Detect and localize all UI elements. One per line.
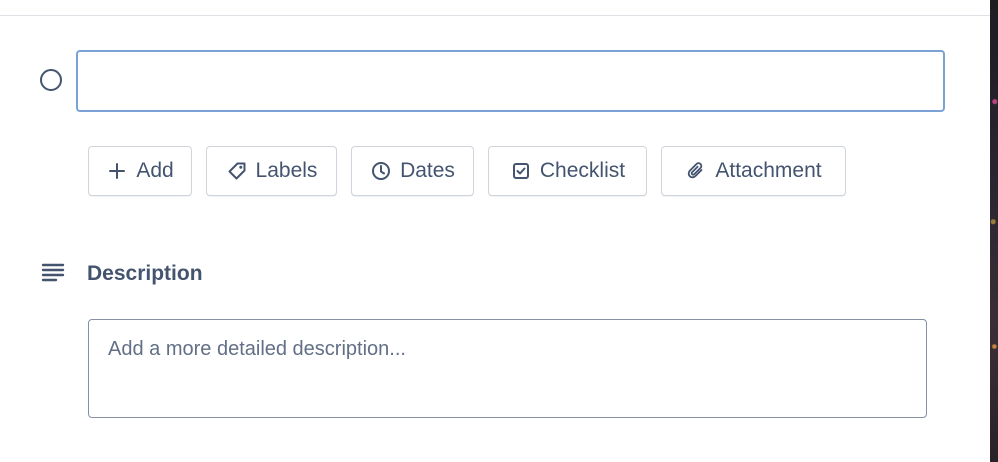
labels-button-label: Labels: [255, 159, 318, 182]
attachment-button[interactable]: Attachment: [661, 146, 846, 196]
clock-icon: [370, 160, 392, 182]
add-button[interactable]: Add: [88, 146, 192, 196]
add-button-label: Add: [136, 159, 174, 182]
background-edge: [990, 0, 998, 462]
tag-icon: [226, 160, 248, 182]
top-divider: [0, 15, 990, 16]
plus-icon: [106, 160, 128, 182]
complete-toggle[interactable]: [40, 69, 62, 91]
description-heading: Description: [87, 262, 203, 285]
paperclip-icon: [685, 160, 707, 182]
description-textarea[interactable]: [88, 319, 927, 418]
dates-button-label: Dates: [400, 159, 455, 182]
text-lines-icon: [41, 262, 67, 284]
card-title-input[interactable]: [76, 50, 945, 112]
checklist-button[interactable]: Checklist: [488, 146, 647, 196]
attachment-button-label: Attachment: [715, 159, 822, 182]
dates-button[interactable]: Dates: [351, 146, 474, 196]
checklist-button-label: Checklist: [539, 159, 626, 182]
checkbox-icon: [510, 160, 532, 182]
labels-button[interactable]: Labels: [206, 146, 337, 196]
